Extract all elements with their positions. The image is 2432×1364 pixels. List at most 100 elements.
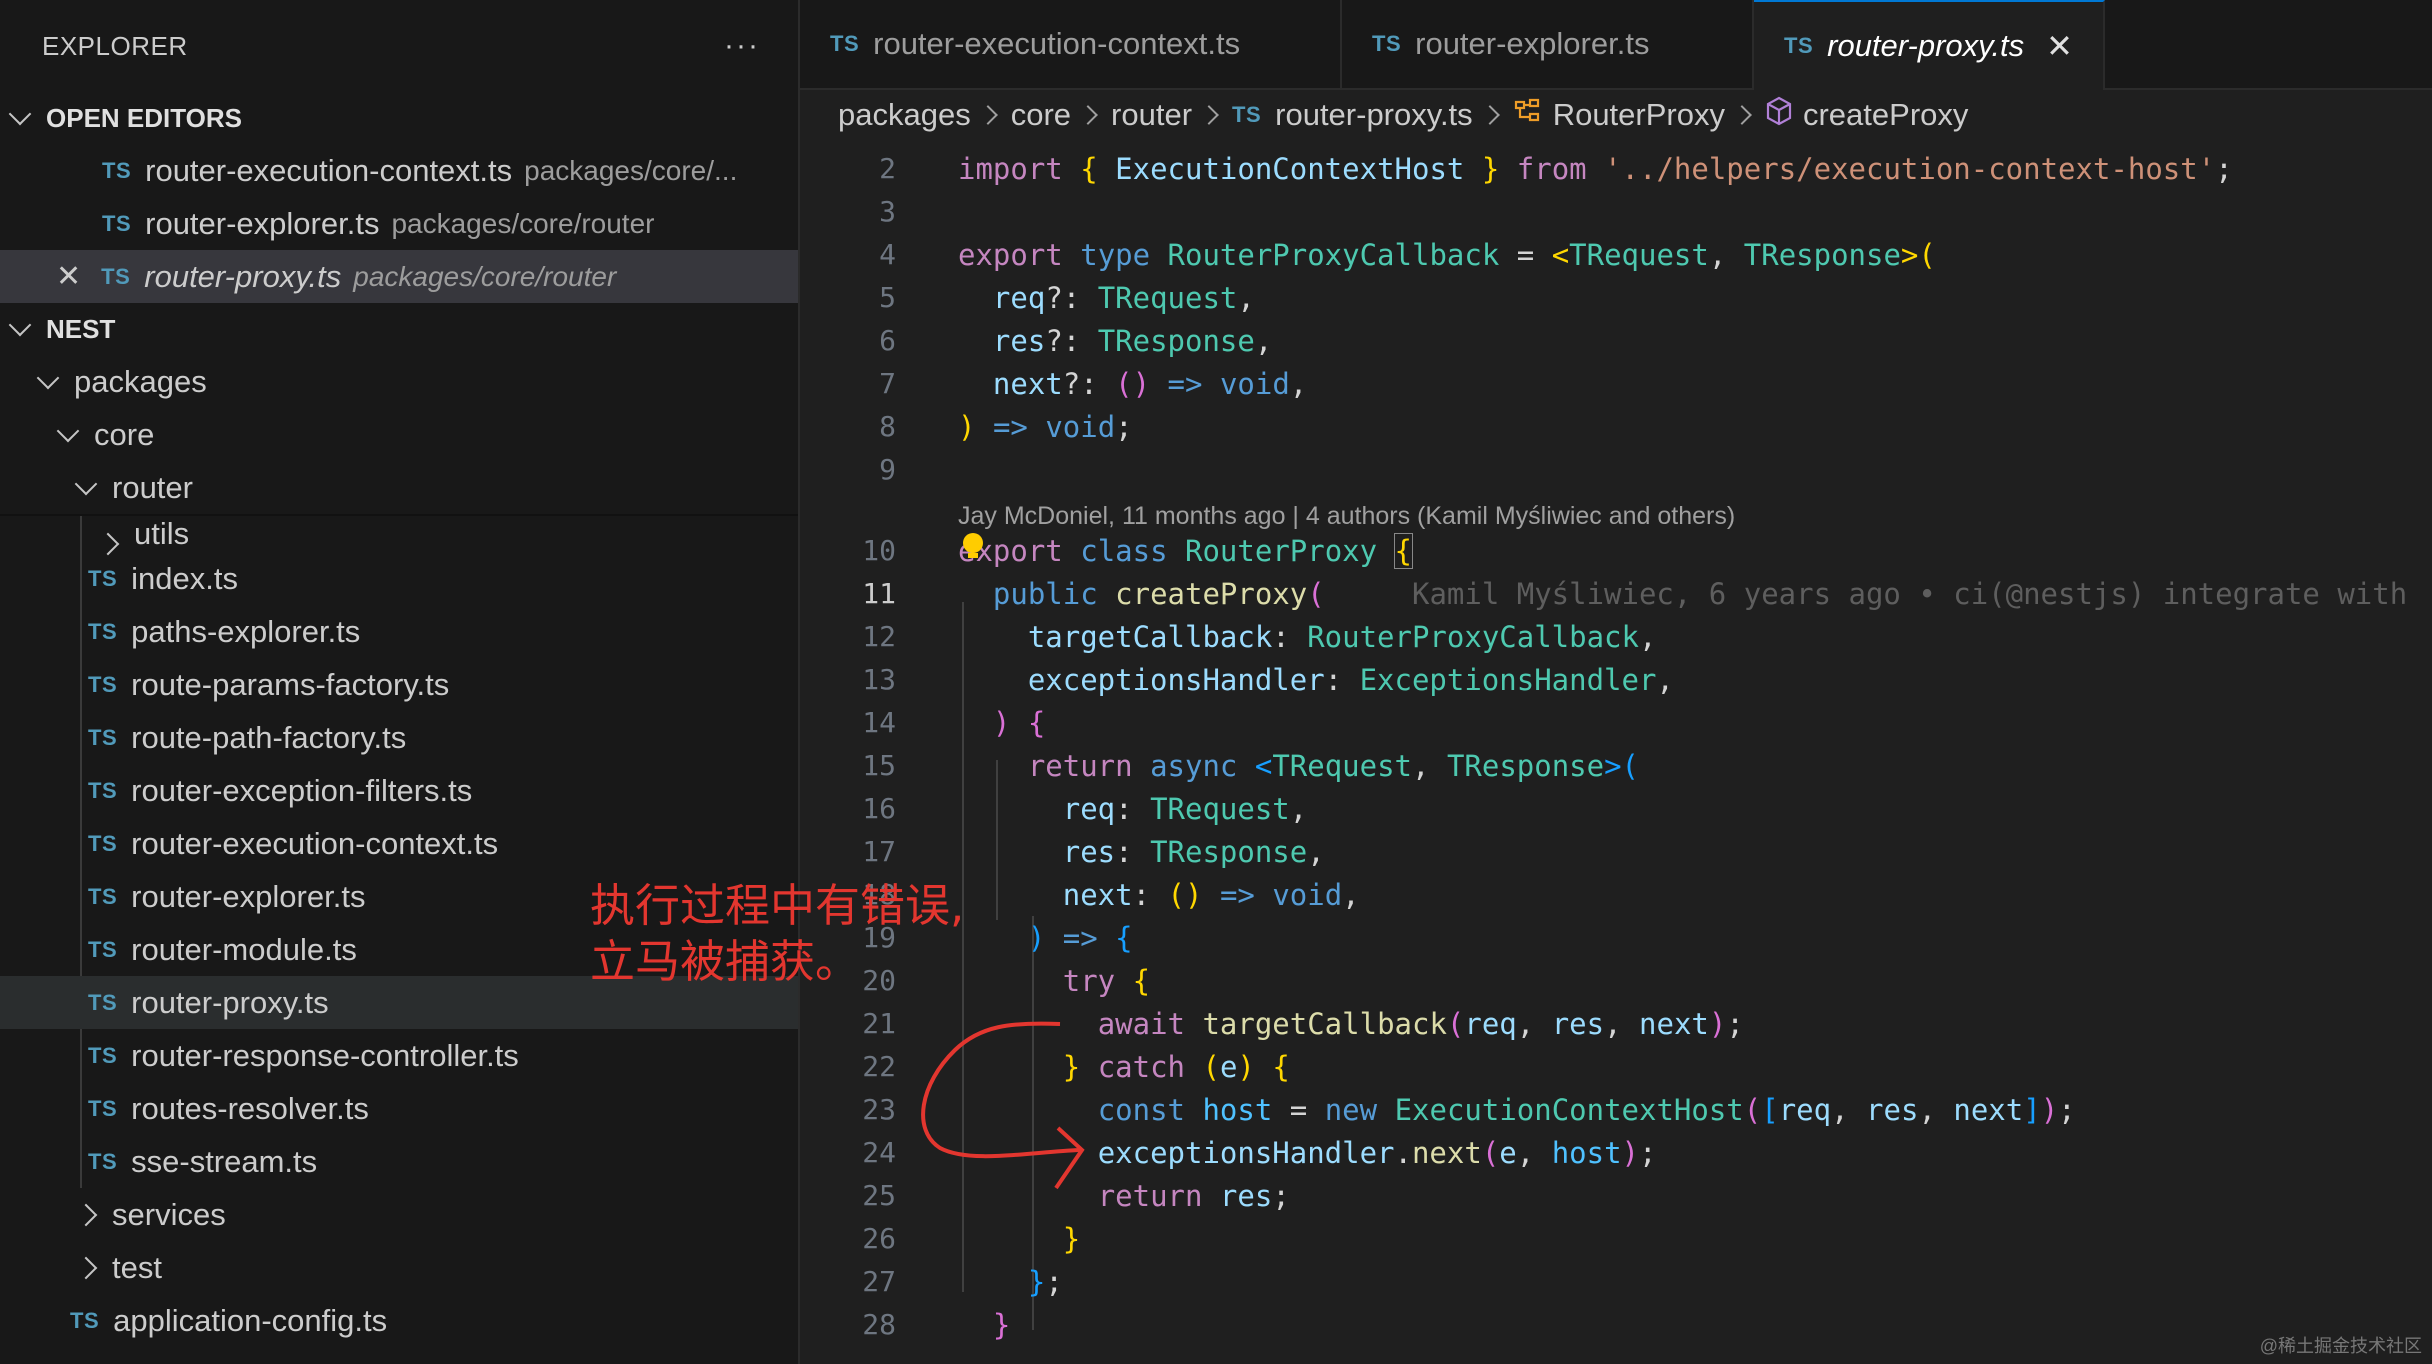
file-application-config[interactable]: TS application-config.ts — [0, 1294, 798, 1347]
file-label: index.ts — [131, 560, 238, 596]
file-label: constants.ts — [113, 1356, 278, 1364]
line-number: 24 — [862, 1136, 896, 1169]
folder-label: core — [94, 416, 155, 452]
tab-router-explorer[interactable]: TS router-explorer.ts — [1342, 0, 1754, 88]
folder-packages[interactable]: packages — [0, 355, 798, 408]
folder-utils[interactable]: utils — [0, 516, 798, 556]
ts-file-icon: TS — [1784, 33, 1814, 58]
code-line-7: next?: () => void, — [992, 367, 1308, 401]
line-number: 13 — [862, 663, 896, 696]
breadcrumb-item[interactable]: router — [1111, 97, 1192, 133]
chevron-right-icon — [74, 1256, 98, 1279]
open-editor-path: packages/core/... — [524, 154, 738, 186]
file-label: sse-stream.ts — [131, 1143, 318, 1179]
file-item[interactable]: TS router-execution-context.ts — [0, 817, 798, 870]
folder-core[interactable]: core — [0, 408, 798, 461]
ts-file-icon: TS — [88, 1148, 118, 1174]
line-number: 6 — [879, 324, 896, 357]
folder-label: packages — [74, 363, 207, 399]
breadcrumb: packages core router TS router-proxy.ts … — [800, 90, 2432, 140]
breadcrumb-item[interactable]: packages — [838, 97, 971, 133]
ts-file-icon: TS — [88, 671, 118, 697]
file-item[interactable]: TS route-path-factory.ts — [0, 711, 798, 764]
router-children: utils TS index.ts TS paths-explorer.ts TS rou… — [0, 516, 798, 1188]
folder-services[interactable]: services — [0, 1188, 798, 1241]
open-editor-item-active[interactable]: ✕ TS router-proxy.ts packages/core/route… — [0, 250, 798, 303]
explorer-header: EXPLORER ··· — [0, 0, 798, 92]
chevron-down-icon — [56, 419, 80, 442]
explorer-title: EXPLORER — [42, 30, 188, 61]
breadcrumb-item[interactable]: RouterProxy — [1553, 97, 1725, 133]
file-item[interactable]: TS index.ts — [0, 552, 798, 605]
annotation-text: 执行过程中有错误, 立马被捕获。 — [590, 879, 965, 988]
ts-file-icon: TS — [102, 210, 132, 236]
open-editor-name: router-execution-context.ts — [145, 152, 513, 188]
breadcrumb-item[interactable]: router-proxy.ts — [1275, 97, 1473, 133]
line-number: 11 — [862, 577, 896, 610]
open-editor-name: router-explorer.ts — [145, 205, 380, 241]
file-item[interactable]: TS paths-explorer.ts — [0, 605, 798, 658]
ts-file-icon: TS — [101, 263, 131, 289]
line-number: 14 — [862, 706, 896, 739]
chevron-down-icon — [74, 472, 98, 495]
editor-tabs: TS router-execution-context.ts TS router… — [800, 0, 2432, 90]
code-line-23: const host = new ExecutionContextHost([r… — [1097, 1093, 2076, 1127]
open-editors-section[interactable]: OPEN EDITORS — [0, 92, 798, 144]
open-editor-item[interactable]: TS router-explorer.ts packages/core/rout… — [0, 197, 798, 250]
lightbulb-icon[interactable] — [960, 532, 986, 562]
close-icon[interactable]: ✕ — [2046, 27, 2073, 65]
code-line-12: targetCallback: RouterProxyCallback, — [1027, 620, 1657, 654]
breadcrumb-item[interactable]: core — [1011, 97, 1071, 133]
more-icon[interactable]: ··· — [724, 29, 760, 63]
file-item[interactable]: TS route-params-factory.ts — [0, 658, 798, 711]
file-label: routes-resolver.ts — [131, 1090, 369, 1126]
ts-file-icon: TS — [88, 936, 118, 962]
tab-label: router-execution-context.ts — [873, 26, 1241, 61]
breadcrumb-item[interactable]: createProxy — [1803, 97, 1968, 133]
ts-file-icon: TS — [88, 565, 118, 591]
workspace-title: NEST — [46, 313, 116, 344]
open-editor-path: packages/core/router — [353, 260, 617, 292]
line-number: 22 — [862, 1050, 896, 1083]
code-line-5: req?: TRequest, — [992, 281, 1255, 315]
code-line-6: res?: TResponse, — [992, 324, 1273, 358]
folder-test[interactable]: test — [0, 1241, 798, 1294]
folder-router[interactable]: router — [0, 461, 798, 516]
file-item[interactable]: TS router-response-controller.ts — [0, 1029, 798, 1082]
file-item[interactable]: TS sse-stream.ts — [0, 1135, 798, 1188]
line-number: 27 — [862, 1265, 896, 1298]
code-line-8: ) => void; — [958, 410, 1133, 444]
line-number: 21 — [862, 1007, 896, 1040]
open-editor-path: packages/core/router — [391, 207, 655, 239]
file-label: router-explorer.ts — [131, 878, 366, 914]
tab-label: router-explorer.ts — [1415, 26, 1650, 61]
open-editor-item[interactable]: TS router-execution-context.ts packages/… — [0, 144, 798, 197]
codelens-authors[interactable]: Jay McDoniel, 11 months ago | 4 authors … — [958, 502, 1735, 531]
file-label: route-path-factory.ts — [131, 719, 407, 755]
line-number: 4 — [879, 238, 896, 271]
router-file-list: TS index.ts TS paths-explorer.ts TS route-par… — [0, 552, 798, 1188]
file-item[interactable]: TS router-exception-filters.ts — [0, 764, 798, 817]
open-editor-name: router-proxy.ts — [144, 258, 342, 294]
file-item[interactable]: TS routes-resolver.ts — [0, 1082, 798, 1135]
ts-file-icon: TS — [1232, 102, 1262, 127]
tab-router-execution-context[interactable]: TS router-execution-context.ts — [800, 0, 1342, 88]
file-label: route-params-factory.ts — [131, 666, 450, 702]
annotation-arrow — [921, 1021, 1085, 1190]
code-line-10: export class RouterProxy { — [958, 533, 1414, 569]
close-icon[interactable]: ✕ — [56, 259, 81, 294]
code-line-4: export type RouterProxyCallback = <TRequ… — [958, 238, 1936, 272]
code-line-13: exceptionsHandler: ExceptionsHandler, — [1027, 663, 1674, 697]
line-number: 10 — [862, 534, 896, 567]
file-constants[interactable]: TS constants.ts — [0, 1347, 798, 1364]
file-label: router-proxy.ts — [131, 984, 329, 1020]
folder-label: router — [112, 469, 193, 505]
line-number: 7 — [879, 367, 896, 400]
line-number: 12 — [862, 620, 896, 653]
tab-router-proxy[interactable]: TS router-proxy.ts ✕ — [1754, 0, 2105, 90]
code-line-19: ) => { — [1027, 921, 1133, 955]
line-number: 15 — [862, 749, 896, 782]
file-label: application-config.ts — [113, 1302, 388, 1338]
line-number: 26 — [862, 1222, 896, 1255]
workspace-section[interactable]: NEST — [0, 303, 798, 355]
